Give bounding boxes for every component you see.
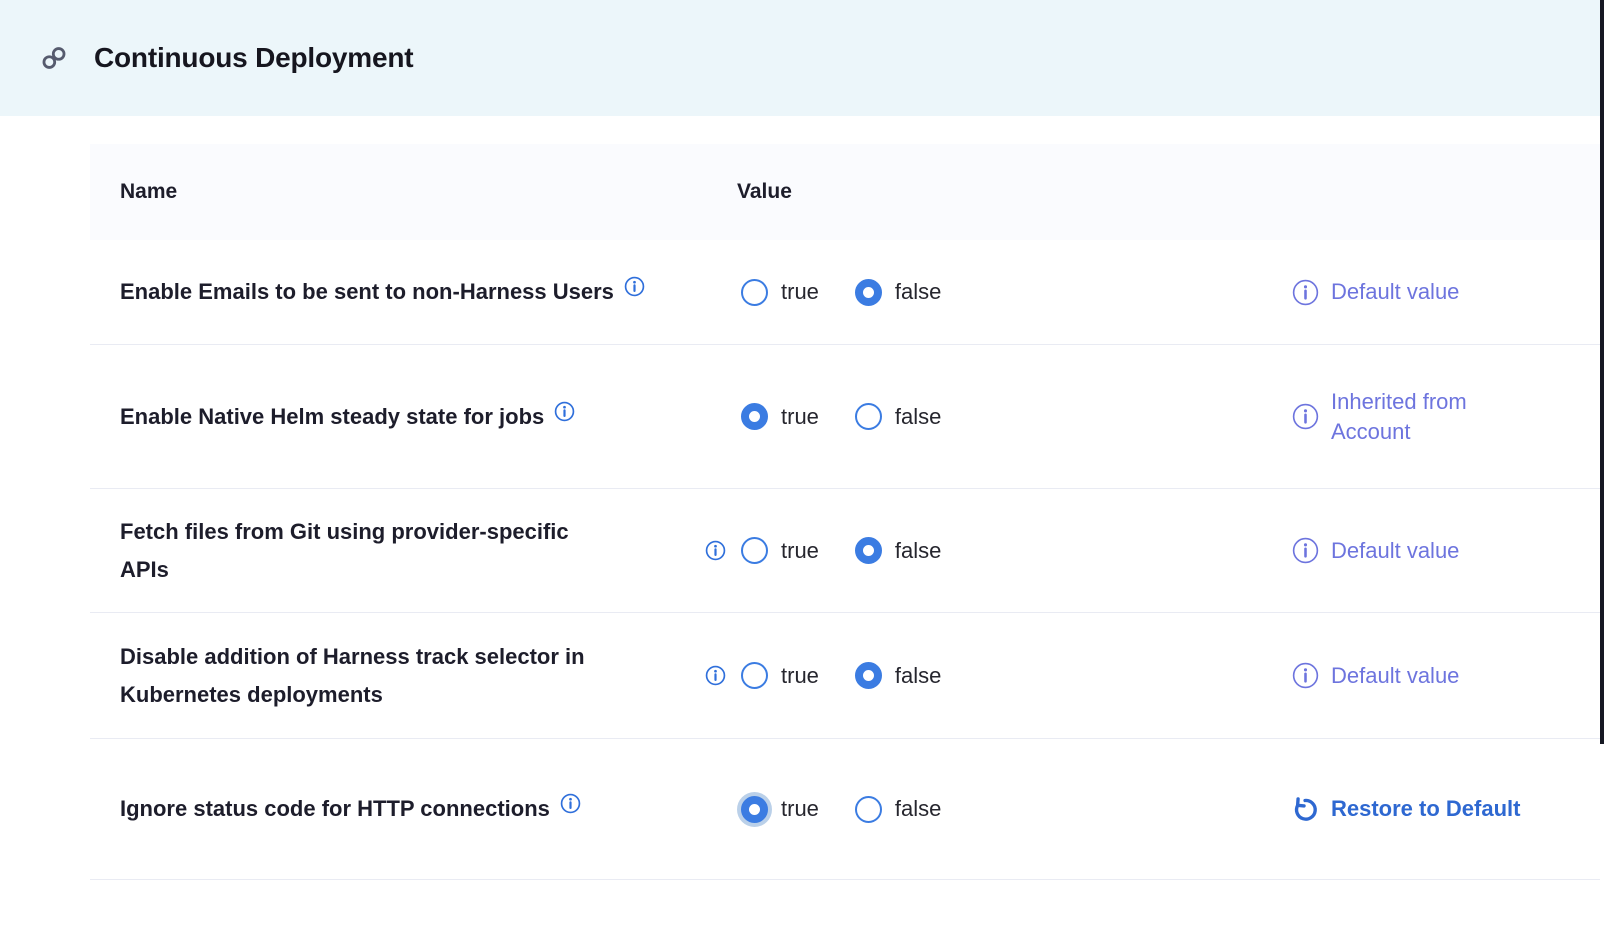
status-info-icon[interactable] bbox=[1292, 537, 1319, 564]
cd-module-icon bbox=[40, 44, 68, 72]
restore-icon[interactable] bbox=[1292, 796, 1319, 823]
radio-true-label[interactable]: true bbox=[781, 538, 819, 564]
setting-name-line: Disable addition of Harness track select… bbox=[120, 638, 687, 676]
setting-info-icon[interactable] bbox=[554, 401, 575, 422]
restore-to-default-button[interactable]: Restore to Default bbox=[1250, 794, 1600, 824]
table-header-row: Name Value bbox=[90, 144, 1600, 240]
setting-name: Fetch files from Git using provider-spec… bbox=[90, 493, 705, 609]
column-header-value: Value bbox=[705, 180, 1250, 204]
radio-true[interactable] bbox=[741, 662, 768, 689]
column-header-name: Name bbox=[90, 180, 705, 204]
radio-group: true false bbox=[741, 403, 941, 430]
radio-group: true false bbox=[741, 279, 941, 306]
radio-false[interactable] bbox=[855, 279, 882, 306]
value-info-slot bbox=[705, 540, 741, 561]
setting-name-line: Fetch files from Git using provider-spec… bbox=[120, 513, 687, 551]
radio-false-label[interactable]: false bbox=[895, 796, 941, 822]
setting-name: Enable Native Helm steady state for jobs bbox=[90, 378, 705, 456]
radio-group: true false bbox=[741, 796, 941, 823]
status-label-line: Account bbox=[1331, 417, 1467, 447]
page-title: Continuous Deployment bbox=[94, 42, 413, 74]
setting-value-cell: true false bbox=[705, 662, 1250, 689]
status-label-line: Default value bbox=[1331, 277, 1459, 307]
status-label-line: Inherited from bbox=[1331, 387, 1467, 417]
status-text: Default value bbox=[1331, 277, 1459, 307]
radio-true-label[interactable]: true bbox=[781, 796, 819, 822]
status-info-icon[interactable] bbox=[1292, 403, 1319, 430]
value-info-slot bbox=[705, 665, 741, 686]
radio-false[interactable] bbox=[855, 403, 882, 430]
setting-name-line: Ignore status code for HTTP connections bbox=[120, 790, 687, 828]
radio-group: true false bbox=[741, 662, 941, 689]
status-text: Default value bbox=[1331, 661, 1459, 691]
status-cell: Default value bbox=[1250, 277, 1600, 307]
status-label-line[interactable]: Restore to Default bbox=[1331, 794, 1520, 824]
radio-true[interactable] bbox=[741, 279, 768, 306]
radio-false[interactable] bbox=[855, 662, 882, 689]
settings-row: Enable Native Helm steady state for jobs… bbox=[90, 345, 1600, 489]
status-cell: Inherited fromAccount bbox=[1250, 387, 1600, 447]
setting-info-icon[interactable] bbox=[705, 665, 726, 686]
radio-false-label[interactable]: false bbox=[895, 663, 941, 689]
setting-name-line: Enable Native Helm steady state for jobs bbox=[120, 398, 687, 436]
radio-false-label[interactable]: false bbox=[895, 279, 941, 305]
setting-info-icon[interactable] bbox=[705, 540, 726, 561]
settings-row: Ignore status code for HTTP connections … bbox=[90, 739, 1600, 880]
setting-info-icon[interactable] bbox=[560, 793, 581, 814]
status-info-icon[interactable] bbox=[1292, 662, 1319, 689]
radio-false[interactable] bbox=[855, 796, 882, 823]
status-text: Default value bbox=[1331, 536, 1459, 566]
status-cell: Default value bbox=[1250, 661, 1600, 691]
status-label-line: Default value bbox=[1331, 661, 1459, 691]
status-label-line: Default value bbox=[1331, 536, 1459, 566]
settings-row: Disable addition of Harness track select… bbox=[90, 613, 1600, 739]
status-cell: Default value bbox=[1250, 536, 1600, 566]
radio-true-label[interactable]: true bbox=[781, 663, 819, 689]
radio-true-label[interactable]: true bbox=[781, 404, 819, 430]
radio-group: true false bbox=[741, 537, 941, 564]
status-text: Inherited fromAccount bbox=[1331, 387, 1467, 447]
radio-true[interactable] bbox=[741, 796, 768, 823]
radio-false-label[interactable]: false bbox=[895, 538, 941, 564]
radio-false-label[interactable]: false bbox=[895, 404, 941, 430]
setting-name: Ignore status code for HTTP connections bbox=[90, 770, 705, 848]
setting-value-cell: true false bbox=[705, 279, 1250, 306]
settings-row: Fetch files from Git using provider-spec… bbox=[90, 489, 1600, 613]
radio-true-label[interactable]: true bbox=[781, 279, 819, 305]
status-info-icon[interactable] bbox=[1292, 279, 1319, 306]
setting-value-cell: true false bbox=[705, 403, 1250, 430]
setting-name: Enable Emails to be sent to non-Harness … bbox=[90, 253, 705, 331]
radio-true[interactable] bbox=[741, 403, 768, 430]
settings-rows: Enable Emails to be sent to non-Harness … bbox=[90, 240, 1600, 880]
settings-table: Name Value Enable Emails to be sent to n… bbox=[90, 144, 1600, 880]
setting-name-line: Enable Emails to be sent to non-Harness … bbox=[120, 273, 687, 311]
radio-true[interactable] bbox=[741, 537, 768, 564]
radio-false[interactable] bbox=[855, 537, 882, 564]
setting-name-line: Kubernetes deployments bbox=[120, 676, 687, 714]
section-banner: Continuous Deployment bbox=[0, 0, 1604, 116]
setting-value-cell: true false bbox=[705, 537, 1250, 564]
settings-row: Enable Emails to be sent to non-Harness … bbox=[90, 240, 1600, 345]
setting-value-cell: true false bbox=[705, 796, 1250, 823]
setting-name: Disable addition of Harness track select… bbox=[90, 618, 705, 734]
setting-info-icon[interactable] bbox=[624, 276, 645, 297]
status-text[interactable]: Restore to Default bbox=[1331, 794, 1520, 824]
setting-name-line: APIs bbox=[120, 551, 687, 589]
window-edge bbox=[1600, 0, 1604, 744]
